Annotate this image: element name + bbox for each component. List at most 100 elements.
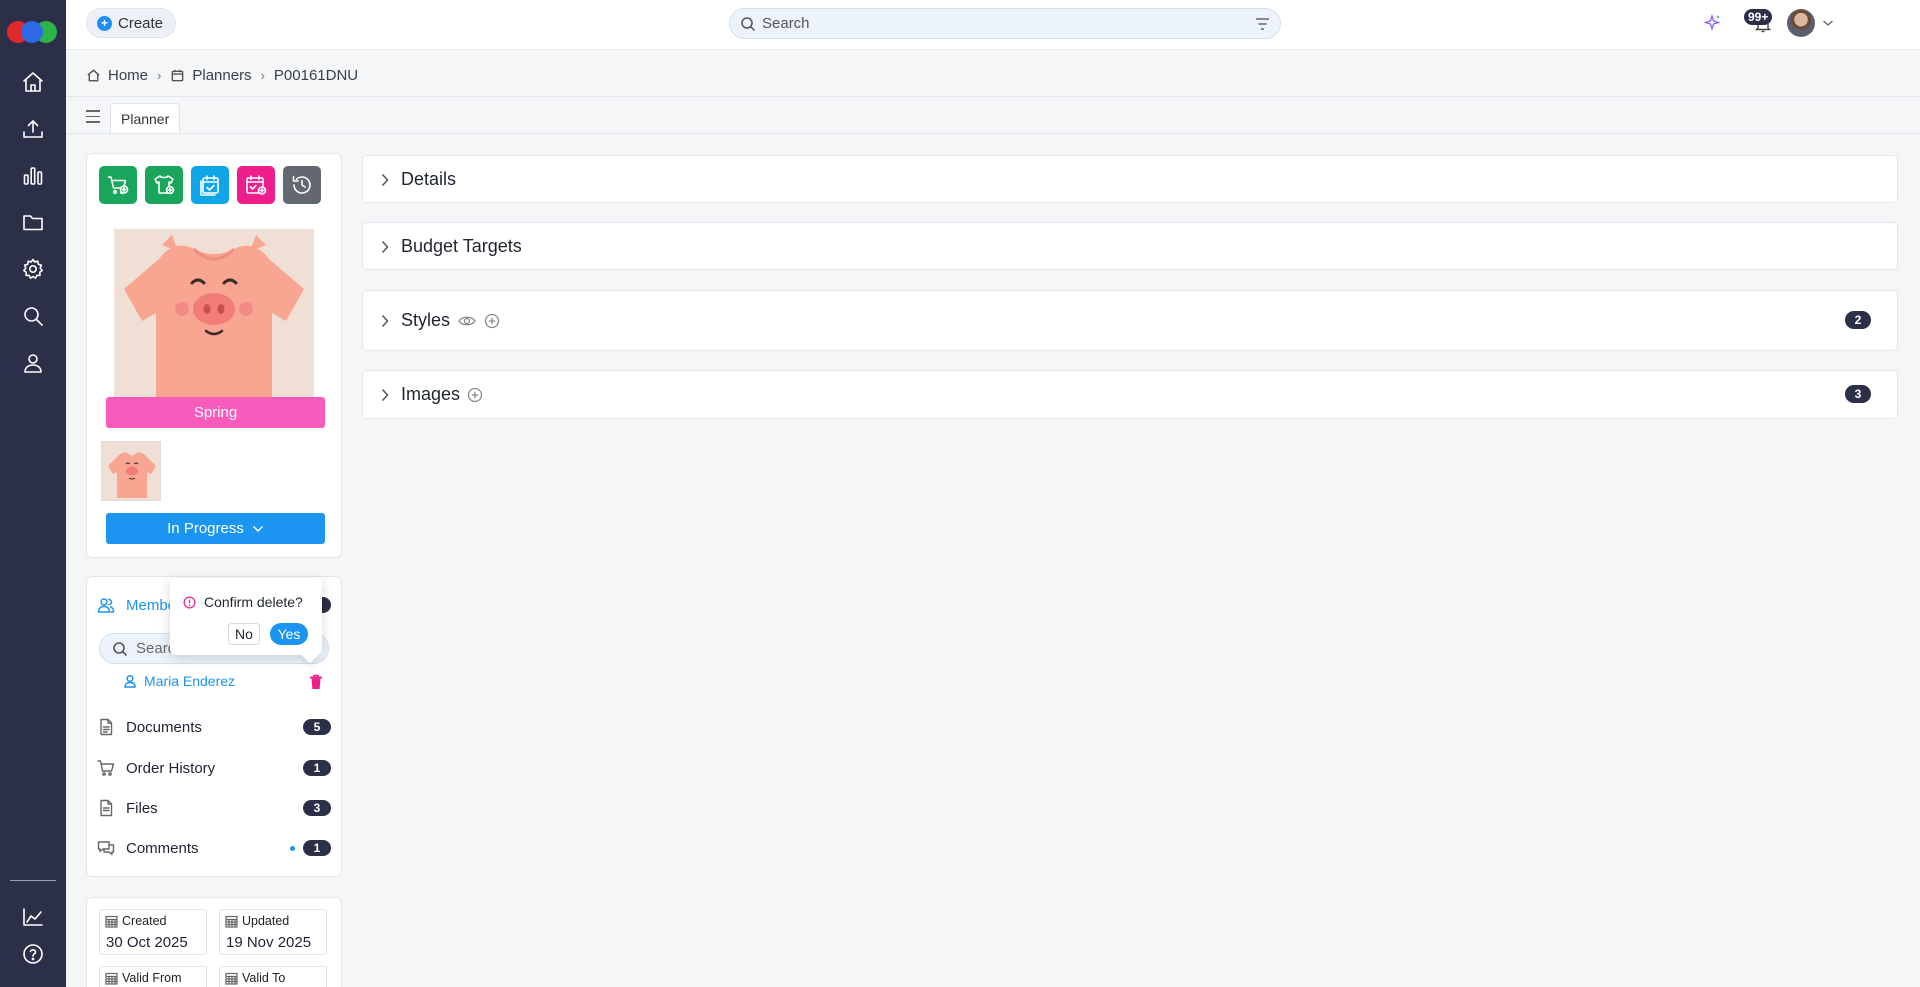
add-calendar-event-button[interactable] — [237, 166, 275, 204]
home-icon — [87, 68, 100, 81]
home-icon[interactable] — [19, 68, 47, 96]
calendar-icon — [105, 915, 118, 928]
confirm-delete-popover: Confirm delete? No Yes — [170, 578, 322, 664]
search-icon — [113, 642, 128, 657]
add-to-order-button[interactable] — [99, 166, 137, 204]
product-thumbnail[interactable] — [101, 441, 161, 501]
calendar-icon — [172, 69, 184, 81]
schedule-button[interactable] — [191, 166, 229, 204]
upload-icon[interactable] — [19, 115, 47, 143]
breadcrumb-current: P00161DNU — [274, 67, 358, 84]
section-details-title: Details — [401, 169, 457, 189]
calendar-add-icon — [246, 175, 267, 195]
chevron-right-icon — [381, 240, 389, 254]
user-icon[interactable] — [19, 349, 47, 377]
global-search[interactable] — [729, 8, 1281, 39]
add-circle-icon[interactable] — [484, 313, 500, 329]
nav-files[interactable]: Files 3 — [97, 796, 331, 820]
filter-icon[interactable] — [1255, 17, 1270, 31]
chevron-down-icon[interactable] — [1822, 18, 1834, 28]
add-circle-icon[interactable] — [467, 387, 483, 403]
bar-chart-icon[interactable] — [19, 162, 47, 190]
create-button[interactable]: + Create — [86, 8, 177, 38]
images-count-badge: 3 — [1845, 385, 1871, 403]
breadcrumb-home[interactable]: Home — [86, 67, 148, 84]
chevron-right-icon: › — [260, 67, 265, 83]
left-rail — [0, 0, 66, 987]
status-dropdown[interactable]: In Progress — [106, 513, 325, 544]
valid-from-label: Valid From — [122, 971, 182, 985]
nav-order-history[interactable]: Order History 1 — [97, 756, 331, 780]
cart-add-icon — [107, 176, 129, 195]
valid-to-label: Valid To — [242, 971, 286, 985]
calendar-check-icon — [200, 175, 219, 196]
section-budget-targets[interactable]: Budget Targets — [362, 222, 1898, 270]
global-search-input[interactable] — [762, 9, 1242, 38]
nav-documents[interactable]: Documents 5 — [97, 715, 331, 739]
folder-icon[interactable] — [19, 208, 47, 236]
notification-count-badge: 99+ — [1744, 9, 1773, 25]
product-image[interactable] — [114, 229, 314, 399]
nav-comments-label: Comments — [126, 839, 199, 857]
avatar[interactable] — [1787, 9, 1815, 37]
created-label: Created — [122, 914, 167, 928]
section-details[interactable]: Details — [362, 155, 1898, 203]
chevron-right-icon — [381, 173, 389, 187]
hamburger-menu-icon[interactable] — [86, 110, 100, 123]
user-icon — [124, 674, 136, 688]
chevron-right-icon — [381, 388, 389, 402]
plus-icon: + — [97, 15, 112, 31]
status-label: In Progress — [167, 520, 244, 537]
updated-date-field: Updated 19 Nov 2025 — [219, 909, 327, 955]
styles-count-badge: 2 — [1845, 311, 1871, 329]
app-logo[interactable] — [7, 21, 59, 43]
created-value: 30 Oct 2025 — [106, 934, 188, 951]
comments-count-badge: 1 — [303, 840, 331, 856]
document-icon — [100, 718, 113, 736]
eye-icon[interactable] — [458, 313, 476, 329]
cancel-delete-button[interactable]: No — [228, 623, 260, 645]
trash-icon[interactable] — [307, 673, 325, 691]
breadcrumb: Home › Planners › P00161DNU — [86, 64, 358, 86]
valid-from-field[interactable]: Valid From — [99, 966, 207, 987]
nav-comments[interactable]: Comments 1 — [97, 836, 331, 860]
breadcrumb-planners-label: Planners — [192, 66, 252, 84]
users-icon — [97, 598, 115, 613]
updated-value: 19 Nov 2025 — [226, 934, 312, 951]
unread-dot — [290, 846, 295, 851]
rail-divider — [10, 880, 56, 881]
section-styles[interactable]: Styles 2 — [362, 290, 1898, 351]
history-icon — [292, 175, 311, 194]
nav-documents-label: Documents — [126, 718, 202, 736]
calendar-icon — [225, 915, 238, 928]
settings-icon[interactable] — [19, 255, 47, 283]
tab-divider — [66, 133, 1920, 134]
order-history-count-badge: 1 — [303, 760, 331, 776]
analytics-icon[interactable] — [19, 903, 47, 931]
breadcrumb-current-label: P00161DNU — [273, 66, 359, 84]
ai-sparkle-icon[interactable] — [1703, 13, 1723, 33]
chevron-right-icon: › — [157, 67, 162, 83]
valid-to-field[interactable]: Valid To — [219, 966, 327, 987]
help-icon[interactable] — [19, 940, 47, 968]
tab-planner[interactable]: Planner — [110, 103, 181, 133]
section-styles-title: Styles — [401, 310, 451, 330]
breadcrumb-planners[interactable]: Planners — [170, 66, 252, 84]
cart-icon — [97, 760, 115, 776]
calendar-icon — [225, 972, 238, 985]
chevron-right-icon — [381, 314, 389, 328]
planner-dates-card: Created 30 Oct 2025 Updated 19 Nov 2025 … — [86, 897, 342, 987]
warning-icon — [183, 596, 196, 608]
search-icon — [741, 17, 756, 32]
search-icon[interactable] — [19, 302, 47, 330]
member-name: Maria Enderez — [144, 673, 236, 689]
breadcrumb-divider — [66, 96, 1920, 97]
confirm-delete-button[interactable]: Yes — [270, 623, 308, 645]
add-style-button[interactable] — [145, 166, 183, 204]
history-button[interactable] — [283, 166, 321, 204]
section-images[interactable]: Images 3 — [362, 370, 1898, 419]
create-button-label: Create — [118, 14, 164, 32]
created-date-field: Created 30 Oct 2025 — [99, 909, 207, 955]
updated-label: Updated — [242, 914, 290, 928]
member-list-item[interactable]: Maria Enderez — [123, 673, 235, 689]
